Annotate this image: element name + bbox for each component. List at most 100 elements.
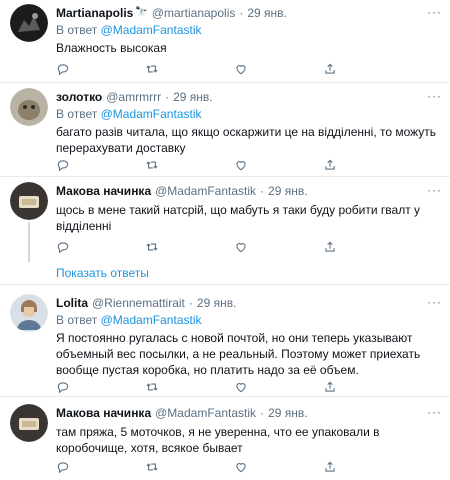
tweet-actions xyxy=(56,240,412,254)
thread-connector xyxy=(28,256,30,262)
tweet-actions xyxy=(56,460,412,474)
more-icon[interactable]: ··· xyxy=(427,88,442,104)
retweet-button[interactable] xyxy=(145,62,234,76)
reply-button[interactable] xyxy=(56,158,145,172)
reply-icon xyxy=(57,160,69,172)
tweet-text: там пряжа, 5 моточков, я не уверенна, чт… xyxy=(56,425,380,455)
tweet-text: Влажность высокая xyxy=(56,41,167,55)
reply-prefix: В ответ xyxy=(56,313,98,327)
tweet-feed: Martianapolis 🔭 @martianapolis · 29 янв.… xyxy=(0,0,450,480)
reply-context: В ответ @MadamFantastik xyxy=(56,106,442,122)
display-name[interactable]: Lolita xyxy=(56,295,88,311)
retweet-icon xyxy=(146,243,158,251)
like-button[interactable] xyxy=(234,62,323,76)
reply-context: В ответ @MadamFantastik xyxy=(56,22,442,38)
like-button[interactable] xyxy=(234,158,323,172)
reply-mention-link[interactable]: @MadamFantastik xyxy=(101,107,202,121)
more-icon[interactable]: ··· xyxy=(427,404,442,420)
display-name[interactable]: Martianapolis xyxy=(56,5,133,21)
reply-button[interactable] xyxy=(56,62,145,76)
share-button[interactable] xyxy=(323,240,412,254)
display-name[interactable]: золотко xyxy=(56,89,102,105)
tweet[interactable]: Martianapolis 🔭 @martianapolis · 29 янв.… xyxy=(0,0,450,83)
show-replies-link[interactable]: Показать ответы xyxy=(56,265,149,281)
like-button[interactable] xyxy=(234,460,323,474)
more-icon[interactable]: ··· xyxy=(427,4,442,20)
reply-button[interactable] xyxy=(56,460,145,474)
display-name[interactable]: Макова начинка xyxy=(56,405,151,421)
avatar[interactable] xyxy=(10,294,48,332)
show-replies-row[interactable]: Показать ответы xyxy=(0,256,450,285)
timestamp[interactable]: 29 янв. xyxy=(268,405,308,421)
like-icon xyxy=(236,383,246,393)
reply-button[interactable] xyxy=(56,380,145,394)
separator-dot: · xyxy=(260,184,265,198)
avatar[interactable] xyxy=(10,404,48,442)
retweet-button[interactable] xyxy=(145,158,234,172)
handle[interactable]: @amrmrrr xyxy=(106,89,161,105)
timestamp[interactable]: 29 янв. xyxy=(268,183,308,199)
reply-context: В ответ @MadamFantastik xyxy=(56,312,442,328)
handle[interactable]: @MadamFantastik xyxy=(155,405,256,421)
retweet-button[interactable] xyxy=(145,380,234,394)
avatar[interactable] xyxy=(10,182,48,220)
tweet-actions xyxy=(56,158,412,172)
reply-prefix: В ответ xyxy=(56,23,98,37)
retweet-icon xyxy=(146,463,158,471)
like-icon xyxy=(236,463,246,473)
reply-mention-link[interactable]: @MadamFantastik xyxy=(101,23,202,37)
handle[interactable]: @martianapolis xyxy=(152,5,236,21)
like-icon xyxy=(236,243,246,253)
like-button[interactable] xyxy=(234,240,323,254)
reply-icon xyxy=(57,242,69,254)
separator-dot: · xyxy=(260,406,265,420)
timestamp[interactable]: 29 янв. xyxy=(173,89,213,105)
retweet-icon xyxy=(146,161,158,169)
more-icon[interactable]: ··· xyxy=(427,182,442,198)
tweet-header: Lolita @Riennemattirait · 29 янв. xyxy=(56,294,442,312)
tweet-header: Martianapolis 🔭 @martianapolis · 29 янв. xyxy=(56,4,442,22)
timestamp[interactable]: 29 янв. xyxy=(247,5,287,21)
handle[interactable]: @MadamFantastik xyxy=(155,183,256,199)
share-button[interactable] xyxy=(323,62,412,76)
share-button[interactable] xyxy=(323,460,412,474)
tweet-actions xyxy=(56,62,412,76)
reply-mention-link[interactable]: @MadamFantastik xyxy=(101,313,202,327)
share-icon xyxy=(325,461,335,472)
avatar[interactable] xyxy=(10,88,48,126)
tweet-actions xyxy=(56,380,412,394)
share-button[interactable] xyxy=(323,380,412,394)
reply-prefix: В ответ xyxy=(56,107,98,121)
reply-icon xyxy=(57,382,69,394)
like-icon xyxy=(236,65,246,75)
separator-dot: · xyxy=(188,296,193,310)
tweet[interactable]: Макова начинка @MadamFantastik · 29 янв.… xyxy=(0,396,450,480)
like-icon xyxy=(236,161,246,171)
timestamp[interactable]: 29 янв. xyxy=(197,295,237,311)
share-button[interactable] xyxy=(323,158,412,172)
retweet-button[interactable] xyxy=(145,460,234,474)
reply-icon xyxy=(57,462,69,474)
share-icon xyxy=(325,63,335,74)
retweet-button[interactable] xyxy=(145,240,234,254)
separator-dot: · xyxy=(165,90,170,104)
reply-icon xyxy=(57,64,69,76)
avatar[interactable] xyxy=(10,4,48,42)
reply-button[interactable] xyxy=(56,240,145,254)
share-icon xyxy=(325,241,335,252)
tweet[interactable]: Макова начинка @MadamFantastik · 29 янв.… xyxy=(0,176,450,262)
separator-dot: · xyxy=(239,6,244,20)
retweet-icon xyxy=(146,65,158,73)
share-icon xyxy=(325,381,335,392)
tweet-text: щось в мене такий натсрій, що мабуть я т… xyxy=(56,203,421,233)
tweet[interactable]: Lolita @Riennemattirait · 29 янв. ··· В … xyxy=(0,284,450,397)
tweet-text: Я постоянно ругалась с новой почтой, но … xyxy=(56,331,421,377)
tweet-header: Макова начинка @MadamFantastik · 29 янв. xyxy=(56,182,442,200)
display-name[interactable]: Макова начинка xyxy=(56,183,151,199)
more-icon[interactable]: ··· xyxy=(427,294,442,310)
tweet-text: багато разів читала, що якщо оскаржити ц… xyxy=(56,125,437,155)
handle[interactable]: @Riennemattirait xyxy=(92,295,185,311)
like-button[interactable] xyxy=(234,380,323,394)
telescope-emoji: 🔭 xyxy=(135,7,148,18)
tweet[interactable]: золотко @amrmrrr · 29 янв. ··· В ответ @… xyxy=(0,82,450,177)
